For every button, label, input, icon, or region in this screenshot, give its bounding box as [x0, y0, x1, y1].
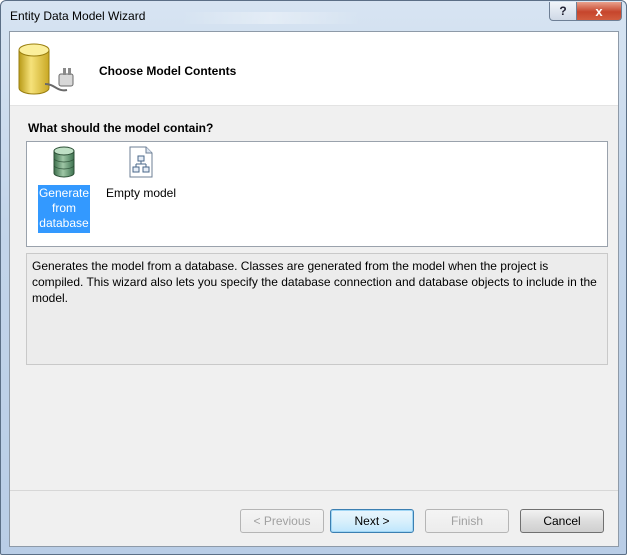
page-title: Choose Model Contents: [99, 64, 237, 78]
wizard-footer: < Previous Next > Finish Cancel: [10, 490, 618, 547]
choice-empty-label: Empty model: [105, 186, 177, 200]
choice-generate-label: Generate from database: [38, 185, 90, 233]
empty-model-document-icon: [129, 146, 153, 178]
database-icon: [53, 146, 75, 178]
close-button[interactable]: x: [576, 2, 622, 21]
choice-generate-label-line2: from: [52, 201, 76, 215]
window-title: Entity Data Model Wizard: [10, 9, 146, 23]
database-connection-icon: [18, 43, 74, 95]
background-titlebar-glare: [181, 12, 361, 24]
wizard-window: Entity Data Model Wizard ? x Choose Mode…: [0, 0, 627, 555]
choice-empty-model[interactable]: Empty model: [103, 146, 179, 202]
help-button[interactable]: ?: [549, 2, 577, 21]
title-bar[interactable]: Entity Data Model Wizard ? x: [1, 1, 626, 31]
finish-button[interactable]: Finish: [425, 509, 509, 533]
model-contents-question: What should the model contain?: [28, 121, 214, 135]
choice-generate-from-database[interactable]: Generate from database: [38, 146, 90, 233]
wizard-header: Choose Model Contents: [10, 32, 618, 106]
cancel-button[interactable]: Cancel: [520, 509, 604, 533]
model-choice-list[interactable]: Generate from database Empty model: [26, 141, 608, 247]
choice-description: Generates the model from a database. Cla…: [26, 253, 608, 365]
choice-generate-label-line1: Generate: [38, 186, 90, 200]
next-button[interactable]: Next >: [330, 509, 414, 533]
close-icon: x: [595, 3, 603, 19]
choice-generate-label-line3: database: [39, 216, 89, 230]
wizard-client-area: Choose Model Contents What should the mo…: [9, 31, 619, 547]
help-icon: ?: [559, 4, 567, 18]
previous-button[interactable]: < Previous: [240, 509, 324, 533]
